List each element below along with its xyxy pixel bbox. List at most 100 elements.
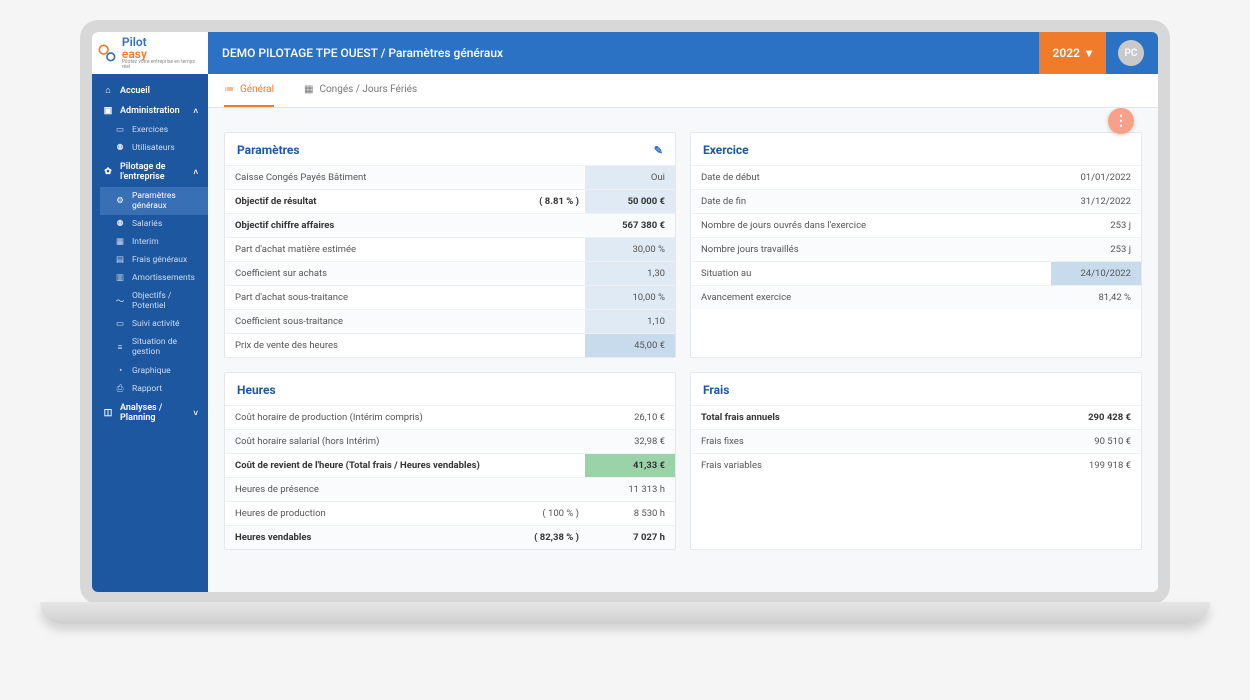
nav-pilotage[interactable]: ✿ Pilotage de l'entreprise ˄: [92, 157, 208, 187]
nav-label: Graphique: [132, 366, 171, 376]
row-mid: ( 8.81 % ): [515, 190, 585, 213]
nav-accueil[interactable]: ⌂Accueil: [92, 80, 208, 101]
year-selector[interactable]: 2022 ▾: [1039, 32, 1106, 74]
chevron-up-icon: ˄: [193, 168, 198, 177]
row-value: 31/12/2022: [1051, 190, 1141, 213]
users-icon: ⚉: [114, 143, 126, 153]
nav-graphique[interactable]: ◔ Graphique: [100, 361, 208, 380]
caret-down-icon: ▾: [1086, 46, 1092, 60]
row-value: 253 j: [1051, 214, 1141, 237]
nav-label: Frais généraux: [132, 255, 187, 265]
card-frais: Frais Total frais annuels290 428 € Frais…: [690, 372, 1142, 550]
nav-analyses-planning[interactable]: ◫Analyses / Planning˅: [92, 398, 208, 428]
tab-label: Général: [240, 84, 274, 95]
row-value: 7 027 h: [585, 526, 675, 549]
year-value: 2022: [1053, 46, 1080, 60]
gear-icon: ✿: [102, 167, 114, 177]
nav-rapport[interactable]: ⎙Rapport: [100, 380, 208, 398]
nav-label: Suivi activité: [132, 319, 180, 329]
pie-icon: ◔: [114, 365, 126, 376]
row-value: 290 428 €: [1051, 406, 1141, 429]
row-mid: ( 100 % ): [515, 502, 585, 525]
row-label: Objectif de résultat: [225, 190, 515, 213]
nav-parametres-generaux[interactable]: ⚙ Paramètres généraux: [100, 187, 208, 215]
table-icon: ▥: [114, 273, 126, 283]
row-value: Oui: [585, 166, 675, 189]
row-label: Situation au: [691, 262, 1051, 285]
row-value: 1,30: [585, 262, 675, 285]
card-title: Paramètres: [237, 143, 300, 157]
nav-label: Accueil: [120, 86, 150, 96]
tab-general[interactable]: ≔ Général: [224, 74, 274, 107]
sidebar: Piloteasy Pilotez votre entreprise en te…: [92, 32, 208, 592]
nav-label: Exercices: [132, 125, 168, 135]
people-icon: ⚉: [114, 219, 126, 229]
card-heures: Heures Coût horaire de production (Intér…: [224, 372, 676, 550]
nav-label: Utilisateurs: [132, 143, 175, 153]
settings-icon: ⚙: [114, 196, 126, 206]
row-label: Heures de présence: [225, 478, 515, 501]
row-label: Frais variables: [691, 454, 1051, 477]
bars-icon: ≡: [114, 342, 126, 353]
row-value: 199 918 €: [1051, 454, 1141, 477]
nav-label: Amortissements: [132, 273, 195, 283]
gears-icon: [96, 42, 118, 64]
nav-situation-gestion[interactable]: ≡ Situation de gestion: [100, 333, 208, 361]
row-value: 90 510 €: [1051, 430, 1141, 453]
row-value: 11 313 h: [585, 478, 675, 501]
app-screen: Piloteasy Pilotez votre entreprise en te…: [92, 32, 1158, 592]
card-title: Exercice: [703, 143, 749, 157]
logo: Piloteasy Pilotez votre entreprise en te…: [92, 32, 208, 74]
calendar-icon: ▦: [304, 84, 313, 95]
page-title: DEMO PILOTAGE TPE OUEST / Paramètres gén…: [222, 46, 503, 60]
nav-salaries[interactable]: ⚉ Salariés: [100, 215, 208, 233]
monitor-icon: ▭: [114, 319, 126, 329]
user-avatar[interactable]: PC: [1118, 40, 1144, 66]
tab-conges[interactable]: ▦ Congés / Jours Fériés: [304, 74, 417, 107]
nav-amortissements[interactable]: ▥ Amortissements: [100, 269, 208, 287]
row-label: Caisse Congés Payés Bâtiment: [225, 166, 515, 189]
list-icon: ≔: [224, 84, 234, 95]
nav-objectifs[interactable]: 〜Objectifs / Potentiel: [100, 287, 208, 315]
card-title: Frais: [703, 383, 729, 397]
row-label: Coefficient sous-traitance: [225, 310, 515, 333]
nav-frais-generaux[interactable]: ▤Frais généraux: [100, 251, 208, 269]
nav-utilisateurs[interactable]: ⚉ Utilisateurs: [100, 139, 208, 157]
chart-line-icon: 〜: [114, 295, 126, 307]
nav-interim[interactable]: ▦Interim: [100, 233, 208, 251]
row-label: Heures vendables: [225, 526, 515, 549]
laptop-base: [40, 602, 1210, 624]
row-label: Frais fixes: [691, 430, 1051, 453]
row-value: 41,33 €: [585, 454, 675, 477]
card-exercice: Exercice Date de début01/01/2022 Date de…: [690, 132, 1142, 358]
nav-label: Administration: [120, 106, 180, 116]
nav-exercices[interactable]: ▭Exercices: [100, 121, 208, 139]
row-value: 10,00 %: [585, 286, 675, 309]
chevron-up-icon: ˄: [193, 107, 198, 116]
row-label: Date de fin: [691, 190, 1051, 213]
nav-label: Paramètres généraux: [132, 191, 198, 211]
logo-tagline: Pilotez votre entreprise en temps réel: [122, 60, 204, 70]
nav-label: Situation de gestion: [132, 337, 198, 357]
calendar-icon: ▦: [114, 237, 126, 247]
nav-suivi-activite[interactable]: ▭ Suivi activité: [100, 315, 208, 333]
tab-label: Congés / Jours Fériés: [319, 84, 417, 95]
edit-icon[interactable]: ✎: [654, 144, 663, 157]
row-label: Coût horaire salarial (hors Intérim): [225, 430, 515, 453]
row-label: Avancement exercice: [691, 286, 1051, 309]
row-value: 253 j: [1051, 238, 1141, 261]
tabs: ≔ Général ▦ Congés / Jours Fériés: [208, 74, 1158, 108]
nav-label: Rapport: [132, 384, 162, 394]
nav-label: Pilotage de l'entreprise: [120, 162, 187, 182]
card-title: Heures: [237, 383, 276, 397]
row-value: 50 000 €: [585, 190, 675, 213]
nav-administration[interactable]: ▣Administration˄: [92, 101, 208, 121]
row-label: Coût de revient de l'heure (Total frais …: [225, 454, 515, 477]
row-label: Coefficient sur achats: [225, 262, 515, 285]
row-mid: ( 82,38 % ): [515, 526, 585, 549]
more-actions-button[interactable]: ⋮: [1108, 108, 1134, 134]
row-label: Part d'achat matière estimée: [225, 238, 515, 261]
nav-label: Salariés: [132, 219, 162, 229]
row-value: 24/10/2022: [1051, 262, 1141, 285]
row-value: 1,10: [585, 310, 675, 333]
